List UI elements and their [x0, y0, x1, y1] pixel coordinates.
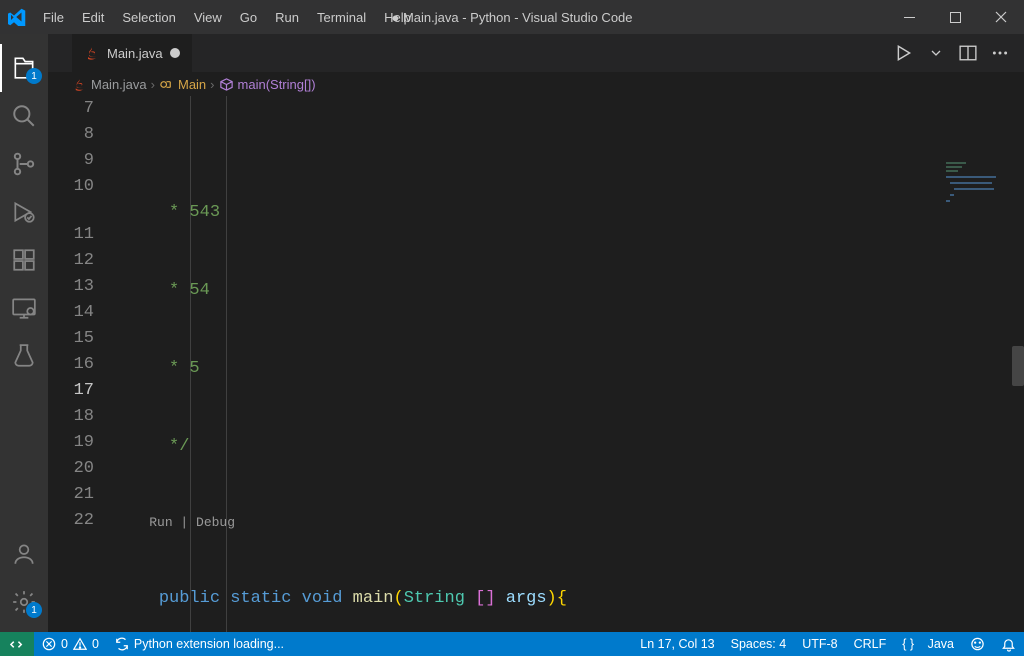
breadcrumb-method[interactable]: main(String[]) — [238, 77, 316, 92]
explorer-badge: 1 — [26, 68, 42, 84]
scrollbar-thumb[interactable] — [1012, 346, 1024, 386]
class-icon — [159, 77, 174, 92]
titlebar: File Edit Selection View Go Run Terminal… — [0, 0, 1024, 34]
run-debug-icon[interactable] — [0, 188, 48, 236]
status-problems[interactable]: 0 0 — [34, 632, 107, 656]
settings-icon[interactable]: 1 — [0, 578, 48, 626]
split-editor-icon[interactable] — [954, 39, 982, 67]
search-icon[interactable] — [0, 92, 48, 140]
code-content[interactable]: * 543 * 54 * 5 */ Run | Debug public sta… — [118, 96, 1024, 632]
menu-go[interactable]: Go — [231, 4, 266, 31]
minimize-button[interactable] — [886, 0, 932, 34]
status-feedback-icon[interactable] — [962, 637, 993, 652]
status-eol[interactable]: CRLF — [846, 637, 895, 651]
status-indent[interactable]: Spaces: 4 — [723, 637, 795, 651]
chevron-right-icon: › — [151, 77, 155, 92]
menu-run[interactable]: Run — [266, 4, 308, 31]
status-bell-icon[interactable] — [993, 637, 1024, 652]
method-icon — [219, 77, 234, 92]
settings-badge: 1 — [26, 602, 42, 618]
more-actions-icon[interactable] — [986, 39, 1014, 67]
status-bar: 0 0 Python extension loading... Ln 17, C… — [0, 632, 1024, 656]
breadcrumb-class[interactable]: Main — [178, 77, 206, 92]
activity-bar: 1 1 — [0, 34, 48, 632]
menu-terminal[interactable]: Terminal — [308, 4, 375, 31]
window-controls — [886, 0, 1024, 34]
tab-main-java[interactable]: Main.java — [72, 34, 193, 72]
menu-selection[interactable]: Selection — [113, 4, 184, 31]
source-control-icon[interactable] — [0, 140, 48, 188]
status-language[interactable]: { } Java — [894, 637, 962, 651]
gutter: 78910 111213141516171819202122 — [48, 96, 118, 632]
accounts-icon[interactable] — [0, 530, 48, 578]
remote-button[interactable] — [0, 632, 34, 656]
code-editor[interactable]: 78910 111213141516171819202122 * 543 * 5… — [48, 96, 1024, 632]
codelens-debug[interactable]: Debug — [196, 515, 235, 530]
editor-tabs: Main.java — [48, 34, 1024, 72]
menu-view[interactable]: View — [185, 4, 231, 31]
breadcrumb-file[interactable]: Main.java — [91, 77, 147, 92]
java-file-icon — [72, 77, 87, 92]
tab-dirty-icon — [170, 48, 180, 58]
extensions-icon[interactable] — [0, 236, 48, 284]
status-python-loading[interactable]: Python extension loading... — [107, 632, 292, 656]
chevron-right-icon: › — [210, 77, 214, 92]
menu-file[interactable]: File — [34, 4, 73, 31]
run-menu-chevron-icon[interactable] — [922, 39, 950, 67]
tab-label: Main.java — [107, 46, 163, 61]
java-file-icon — [84, 45, 100, 61]
explorer-icon[interactable]: 1 — [0, 44, 48, 92]
vscode-logo-icon — [0, 8, 34, 26]
close-button[interactable] — [978, 0, 1024, 34]
menu-bar: File Edit Selection View Go Run Terminal… — [34, 4, 420, 31]
breadcrumb[interactable]: Main.java › Main › main(String[]) — [48, 72, 1024, 96]
window-title: ● Main.java - Python - Visual Studio Cod… — [391, 10, 632, 25]
run-button[interactable] — [890, 39, 918, 67]
maximize-button[interactable] — [932, 0, 978, 34]
minimap[interactable] — [942, 160, 1012, 210]
testing-icon[interactable] — [0, 332, 48, 380]
status-encoding[interactable]: UTF-8 — [794, 637, 845, 651]
status-lncol[interactable]: Ln 17, Col 13 — [632, 637, 722, 651]
codelens-run[interactable]: Run — [149, 515, 172, 530]
remote-explorer-icon[interactable] — [0, 284, 48, 332]
editor-area: Main.java Main.java › Main › main(String… — [48, 34, 1024, 632]
menu-edit[interactable]: Edit — [73, 4, 113, 31]
